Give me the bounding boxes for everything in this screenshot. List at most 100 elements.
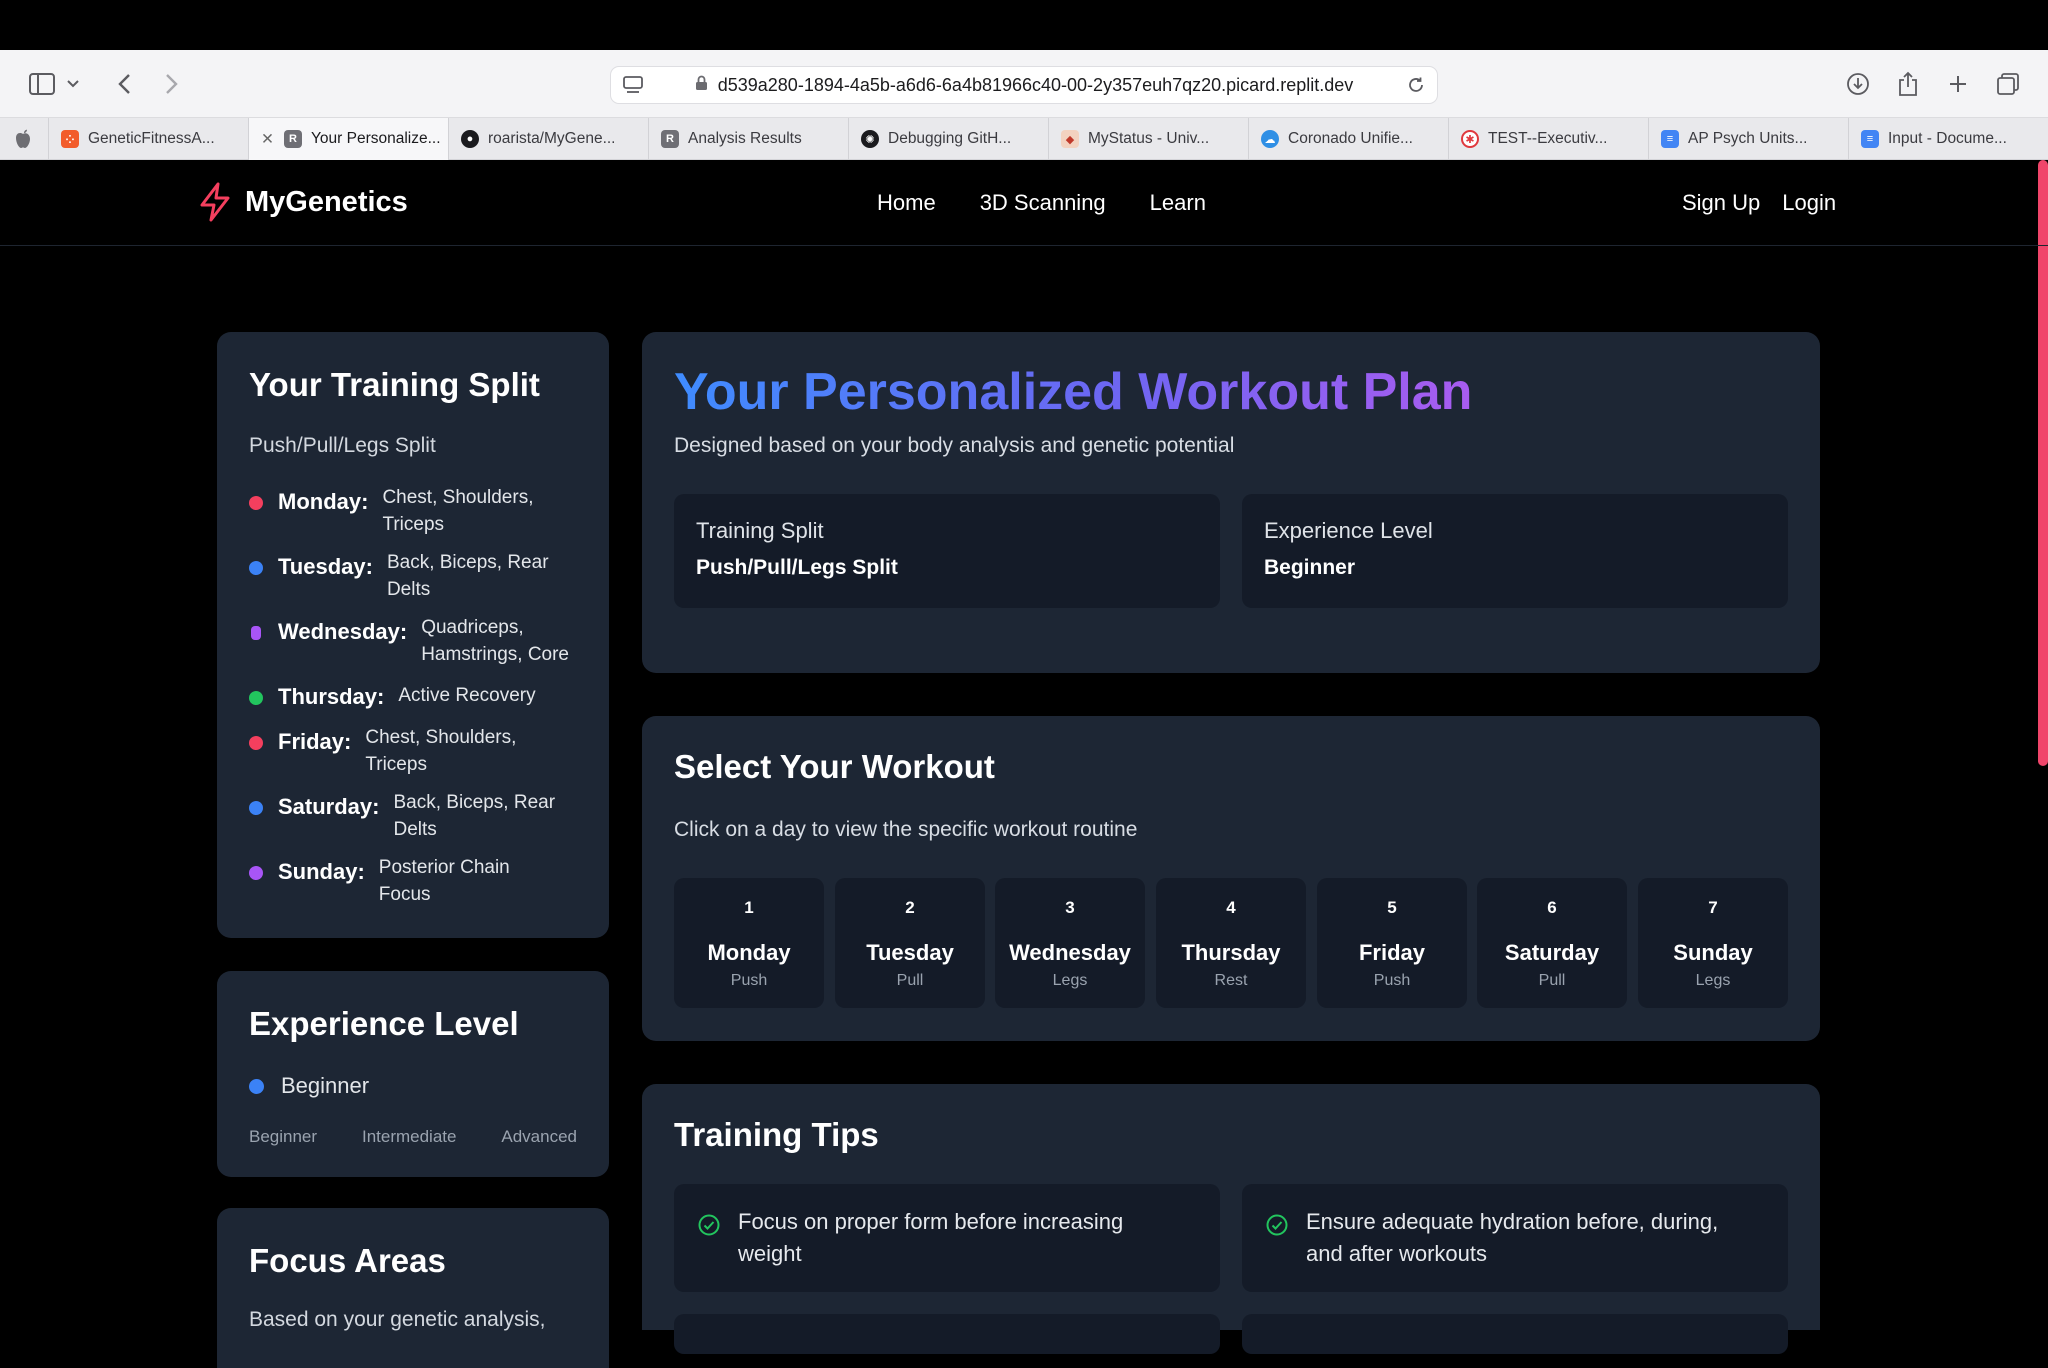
- new-tab-icon[interactable]: [1938, 64, 1978, 104]
- split-day-thursday: Thursday: Active Recovery: [249, 682, 568, 710]
- level-beginner: Beginner: [249, 1127, 318, 1146]
- status-dot: [249, 866, 263, 880]
- check-circle-icon: [1266, 1214, 1288, 1241]
- training-tips-title: Training Tips: [674, 1116, 879, 1153]
- address-bar[interactable]: d539a280-1894-4a5b-a6d6-6a4b81966c40-00-…: [610, 66, 1438, 104]
- experience-level-summary: Experience Level Beginner: [1242, 494, 1788, 608]
- tab-github-mygenetics[interactable]: ● roarista/MyGene...: [448, 118, 648, 160]
- select-workout-card: Select Your Workout Click on a day to vi…: [642, 716, 1820, 1041]
- tip-item-partial: [674, 1314, 1220, 1354]
- page-title: Your Personalized Workout Plan: [674, 363, 1473, 421]
- training-split-summary: Training Split Push/Pull/Legs Split: [674, 494, 1220, 608]
- training-split-card: Your Training Split Push/Pull/Legs Split…: [217, 332, 609, 938]
- focus-title: Focus Areas: [249, 1242, 446, 1279]
- tip-item: Focus on proper form before increasing w…: [674, 1184, 1220, 1292]
- tab-bar: ⁘ GeneticFitnessA... ✕ R Your Personaliz…: [0, 118, 2048, 160]
- auth-links: Sign Up Login: [1682, 190, 1836, 216]
- status-dot: [249, 691, 263, 705]
- experience-level-card: Experience Level Beginner Beginner Inter…: [217, 971, 609, 1177]
- split-type: Push/Pull/Legs Split: [249, 434, 436, 457]
- split-day-tuesday: Tuesday: Back, Biceps, Rear Delts: [249, 549, 557, 603]
- login-link[interactable]: Login: [1782, 190, 1836, 216]
- tab-geneticfitness[interactable]: ⁘ GeneticFitnessA...: [48, 118, 248, 160]
- tab-overview-icon[interactable]: [1988, 64, 2028, 104]
- day-card-tuesday[interactable]: 2 Tuesday Pull: [835, 878, 985, 1008]
- sidebar-toggle-icon[interactable]: [22, 64, 62, 104]
- status-dot: [251, 626, 261, 640]
- status-dot: [249, 736, 263, 750]
- day-card-monday[interactable]: 1 Monday Push: [674, 878, 824, 1008]
- share-icon[interactable]: [1888, 64, 1928, 104]
- brand-name: MyGenetics: [245, 185, 408, 218]
- tab-personalized-plan[interactable]: ✕ R Your Personalize...: [248, 118, 448, 160]
- nav-home[interactable]: Home: [877, 190, 936, 216]
- main-nav: Home 3D Scanning Learn: [877, 190, 1206, 216]
- download-icon[interactable]: [1838, 64, 1878, 104]
- google-docs-icon: ≡: [1861, 130, 1879, 148]
- level-scale: Beginner Intermediate Advanced: [249, 1127, 577, 1147]
- top-navbar: MyGenetics Home 3D Scanning Learn Sign U…: [0, 160, 2048, 246]
- tab-mystatus[interactable]: ◆ MyStatus - Univ...: [1048, 118, 1248, 160]
- tab-ap-psych[interactable]: ≡ AP Psych Units...: [1648, 118, 1848, 160]
- lock-icon: [695, 75, 708, 96]
- shield-icon: ◆: [1061, 130, 1079, 148]
- page-subtitle: Designed based on your body analysis and…: [674, 434, 1235, 457]
- status-dot: [249, 496, 263, 510]
- signup-link[interactable]: Sign Up: [1682, 190, 1760, 216]
- replit-icon: ⁘: [61, 130, 79, 148]
- chevron-down-icon[interactable]: [60, 64, 86, 104]
- nav-3d-scanning[interactable]: 3D Scanning: [980, 190, 1106, 216]
- back-arrow-icon[interactable]: [104, 64, 144, 104]
- split-day-friday: Friday: Chest, Shoulders, Triceps: [249, 724, 535, 778]
- tab-test-executive[interactable]: ✱ TEST--Executiv...: [1448, 118, 1648, 160]
- split-day-sunday: Sunday: Posterior Chain Focus: [249, 854, 549, 908]
- apple-icon: [14, 129, 32, 154]
- openai-icon: ✺: [861, 130, 879, 148]
- status-dot: [249, 561, 263, 575]
- tip-item: Ensure adequate hydration before, during…: [1242, 1184, 1788, 1292]
- day-card-saturday[interactable]: 6 Saturday Pull: [1477, 878, 1627, 1008]
- r-favicon-icon: R: [284, 130, 302, 148]
- tab-analysis-results[interactable]: R Analysis Results: [648, 118, 848, 160]
- window-top-strip: [0, 0, 2048, 50]
- level-advanced: Advanced: [501, 1127, 577, 1146]
- lightning-icon: [200, 182, 230, 222]
- r-favicon-icon: R: [661, 130, 679, 148]
- workout-plan-card: Your Personalized Workout Plan Designed …: [642, 332, 1820, 673]
- nav-learn[interactable]: Learn: [1150, 190, 1206, 216]
- forward-arrow-icon[interactable]: [152, 64, 192, 104]
- split-day-saturday: Saturday: Back, Biceps, Rear Delts: [249, 789, 573, 843]
- canvas-icon: ✱: [1461, 130, 1479, 148]
- tab-debugging-github[interactable]: ✺ Debugging GitH...: [848, 118, 1048, 160]
- select-workout-subtitle: Click on a day to view the specific work…: [674, 818, 1138, 841]
- github-icon: ●: [461, 130, 479, 148]
- focus-text: Based on your genetic analysis,: [249, 1308, 546, 1331]
- day-card-friday[interactable]: 5 Friday Push: [1317, 878, 1467, 1008]
- page-settings-icon[interactable]: [623, 76, 643, 99]
- day-card-wednesday[interactable]: 3 Wednesday Legs: [995, 878, 1145, 1008]
- brand-logo[interactable]: MyGenetics: [197, 182, 408, 222]
- browser-toolbar: d539a280-1894-4a5b-a6d6-6a4b81966c40-00-…: [0, 50, 2048, 118]
- tip-item-partial: [1242, 1314, 1788, 1354]
- status-dot: [249, 1078, 264, 1094]
- experience-title: Experience Level: [249, 1005, 519, 1042]
- day-card-sunday[interactable]: 7 Sunday Legs: [1638, 878, 1788, 1008]
- tab-input-document[interactable]: ≡ Input - Docume...: [1848, 118, 2048, 160]
- app-viewport: MyGenetics Home 3D Scanning Learn Sign U…: [0, 160, 2048, 1368]
- current-level: Beginner: [249, 1073, 369, 1099]
- reload-icon[interactable]: [1407, 76, 1425, 99]
- tab-coronado-unified[interactable]: ☁ Coronado Unifie...: [1248, 118, 1448, 160]
- split-day-monday: Monday: Chest, Shoulders, Triceps: [249, 484, 552, 538]
- google-docs-icon: ≡: [1661, 130, 1679, 148]
- split-day-wednesday: Wednesday: Quadriceps, Hamstrings, Core: [249, 614, 586, 668]
- status-dot: [249, 801, 263, 815]
- training-split-title: Your Training Split: [249, 366, 540, 403]
- check-circle-icon: [698, 1214, 720, 1241]
- cloud-icon: ☁: [1261, 130, 1279, 148]
- scrollbar-thumb[interactable]: [2038, 160, 2048, 766]
- day-card-thursday[interactable]: 4 Thursday Rest: [1156, 878, 1306, 1008]
- select-workout-title: Select Your Workout: [674, 748, 995, 785]
- level-intermediate: Intermediate: [361, 1127, 457, 1146]
- close-icon[interactable]: ✕: [261, 130, 274, 149]
- focus-areas-card: Focus Areas Based on your genetic analys…: [217, 1208, 609, 1368]
